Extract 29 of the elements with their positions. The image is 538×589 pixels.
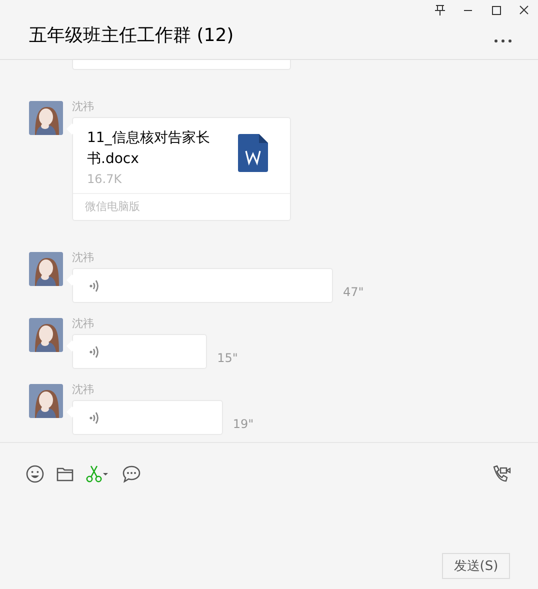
voice-duration: 15"	[217, 351, 238, 365]
voice-icon	[89, 278, 99, 292]
chat-bubble-icon[interactable]	[122, 465, 141, 483]
more-icon[interactable]	[494, 39, 512, 43]
maximize-icon[interactable]	[490, 4, 502, 16]
word-file-icon	[238, 134, 268, 172]
file-size: 16.7K	[87, 172, 123, 186]
sender-name: 沈祎	[72, 100, 94, 115]
source-label: 微信电脑版	[73, 193, 290, 220]
avatar[interactable]	[29, 252, 63, 286]
send-button[interactable]: 发送(S)	[442, 553, 510, 579]
avatar[interactable]	[29, 318, 63, 352]
pin-icon[interactable]	[434, 4, 446, 16]
voice-duration: 19"	[232, 417, 254, 431]
sender-name: 沈祎	[72, 317, 94, 332]
scissors-icon[interactable]	[86, 465, 110, 483]
voice-icon	[89, 410, 99, 424]
close-icon[interactable]	[518, 4, 530, 16]
voice-duration: 47"	[343, 285, 364, 299]
emoji-icon[interactable]	[26, 465, 44, 483]
avatar[interactable]	[29, 384, 63, 418]
voice-icon	[89, 344, 99, 358]
folder-icon[interactable]	[56, 466, 74, 482]
avatar[interactable]	[29, 101, 63, 135]
file-name: 11_信息核对告家长书.docx	[87, 129, 211, 169]
sender-name: 沈祎	[72, 383, 94, 398]
phone-video-icon[interactable]	[492, 465, 512, 483]
sender-name: 沈祎	[72, 251, 94, 266]
chat-title: 五年级班主任工作群 (12)	[29, 24, 234, 47]
